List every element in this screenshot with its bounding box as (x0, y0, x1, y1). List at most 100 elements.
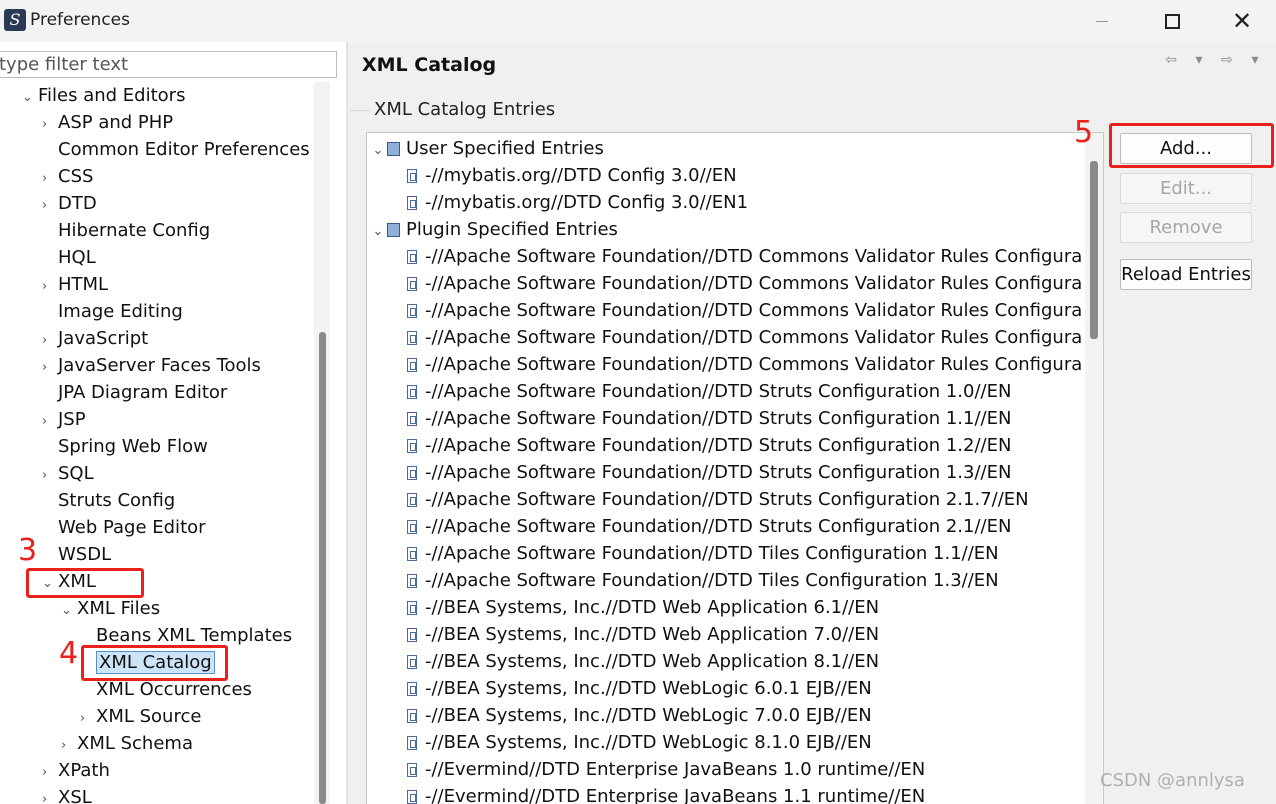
tree-item[interactable]: › JSP (42, 406, 86, 433)
tree-item[interactable]: › ASP and PHP (42, 109, 173, 136)
chevron-right-icon[interactable]: › (42, 327, 58, 354)
tree-item[interactable]: › DTD (42, 190, 97, 217)
catalog-entry-row[interactable]: -//mybatis.org//DTD Config 3.0//EN1 (407, 189, 748, 216)
maximize-icon (1164, 13, 1180, 29)
catalog-entry-row[interactable]: -//Apache Software Foundation//DTD Commo… (407, 351, 1082, 378)
document-icon (407, 493, 417, 507)
preferences-tree: ⌄ Files and Editors › ASP and PHP Common Edi… (0, 82, 314, 804)
tree-item[interactable]: HQL (42, 244, 96, 271)
view-menu-icon[interactable]: ⋮ (1270, 52, 1276, 72)
chevron-right-icon[interactable]: › (42, 786, 58, 804)
tree-item[interactable]: › CSS (42, 163, 93, 190)
catalog-entry-row[interactable]: -//Apache Software Foundation//DTD Tiles… (407, 567, 999, 594)
chevron-right-icon[interactable]: › (61, 732, 77, 759)
tree-item-label: XML Schema (77, 733, 193, 754)
catalog-entry-row[interactable]: -//Apache Software Foundation//DTD Strut… (407, 459, 1011, 486)
tree-item[interactable]: Spring Web Flow (42, 433, 208, 460)
edit-button[interactable]: Edit... (1120, 173, 1252, 204)
chevron-down-icon[interactable]: ⌄ (369, 218, 387, 245)
tree-item[interactable]: › XML Schema (61, 730, 193, 757)
tree-item[interactable]: › JavaServer Faces Tools (42, 352, 261, 379)
catalog-entry-row[interactable]: -//Apache Software Foundation//DTD Commo… (407, 297, 1082, 324)
chevron-right-icon[interactable]: › (42, 192, 58, 219)
tree-item[interactable]: › XML Source (80, 703, 201, 730)
chevron-right-icon[interactable]: › (42, 462, 58, 489)
tree-item[interactable]: › JavaScript (42, 325, 148, 352)
entry-label: -//Apache Software Foundation//DTD Commo… (425, 327, 1083, 348)
tree-item-label: JavaScript (58, 328, 149, 349)
catalog-entry-row[interactable]: -//Apache Software Foundation//DTD Tiles… (407, 540, 999, 567)
chevron-down-icon[interactable]: ⌄ (369, 137, 387, 164)
tree-item[interactable]: Struts Config (42, 487, 175, 514)
tree-item[interactable]: ⌄ XML Files (61, 595, 160, 622)
tree-item[interactable]: Web Page Editor (42, 514, 206, 541)
tree-item[interactable]: › SQL (42, 460, 94, 487)
entry-label: -//Apache Software Foundation//DTD Strut… (425, 516, 1012, 537)
document-icon (407, 682, 417, 696)
catalog-entry-row[interactable]: -//Apache Software Foundation//DTD Strut… (407, 486, 1029, 513)
minimize-button[interactable] (1072, 0, 1132, 42)
catalog-entry-row[interactable]: -//Evermind//DTD Enterprise JavaBeans 1.… (407, 783, 925, 804)
catalog-entry-row[interactable]: -//Apache Software Foundation//DTD Strut… (407, 513, 1011, 540)
chevron-right-icon[interactable]: › (42, 408, 58, 435)
entry-label: -//Apache Software Foundation//DTD Strut… (425, 489, 1029, 510)
catalog-entry-row[interactable]: -//BEA Systems, Inc.//DTD WebLogic 8.1.0… (407, 729, 872, 756)
chevron-right-icon[interactable]: › (42, 354, 58, 381)
catalog-entry-row[interactable]: -//Apache Software Foundation//DTD Strut… (407, 432, 1011, 459)
entries-scrollbar-thumb[interactable] (1090, 161, 1098, 339)
forward-arrow-icon[interactable]: ⇨ (1214, 52, 1240, 72)
catalog-entry-row[interactable]: -//BEA Systems, Inc.//DTD Web Applicatio… (407, 621, 879, 648)
chevron-right-icon[interactable]: › (80, 705, 96, 732)
catalog-entry-row[interactable]: -//BEA Systems, Inc.//DTD Web Applicatio… (407, 594, 879, 621)
filter-input[interactable] (0, 51, 337, 78)
chevron-right-icon[interactable]: › (42, 165, 58, 192)
app-logo-icon: S (4, 9, 26, 31)
catalog-entry-row[interactable]: -//Apache Software Foundation//DTD Strut… (407, 378, 1011, 405)
tree-item[interactable]: WSDL (42, 541, 111, 568)
catalog-entry-row[interactable]: -//Evermind//DTD Enterprise JavaBeans 1.… (407, 756, 925, 783)
tree-item[interactable]: Common Editor Preferences (42, 136, 310, 163)
chevron-right-icon[interactable]: › (42, 111, 58, 138)
tree-item-label: XML Files (77, 598, 161, 619)
back-menu-chevron-icon[interactable]: ▾ (1186, 52, 1212, 72)
tree-item-label: ASP and PHP (58, 112, 174, 133)
chevron-right-icon[interactable]: › (42, 273, 58, 300)
tree-item[interactable]: Hibernate Config (42, 217, 210, 244)
catalog-entry-row[interactable]: -//BEA Systems, Inc.//DTD WebLogic 7.0.0… (407, 702, 872, 729)
catalog-entry-row[interactable]: -//BEA Systems, Inc.//DTD WebLogic 6.0.1… (407, 675, 872, 702)
tree-item[interactable]: JPA Diagram Editor (42, 379, 227, 406)
catalog-entry-row[interactable]: -//BEA Systems, Inc.//DTD Web Applicatio… (407, 648, 879, 675)
reload-entries-button[interactable]: Reload Entries (1120, 259, 1252, 290)
catalog-icon (387, 142, 400, 156)
catalog-category-row[interactable]: ⌄ User Specified Entries (369, 135, 604, 162)
tree-item[interactable]: › XPath (42, 757, 110, 784)
entry-label: -//Apache Software Foundation//DTD Commo… (425, 273, 1083, 294)
document-icon (407, 169, 417, 183)
catalog-category-row[interactable]: ⌄ Plugin Specified Entries (369, 216, 618, 243)
close-button[interactable]: ✕ (1212, 0, 1272, 42)
tree-scrollbar-thumb[interactable] (319, 332, 326, 804)
remove-button[interactable]: Remove (1120, 212, 1252, 243)
tree-scrollbar[interactable] (314, 82, 330, 804)
chevron-down-icon[interactable]: ⌄ (22, 84, 38, 111)
catalog-entry-row[interactable]: -//Apache Software Foundation//DTD Commo… (407, 270, 1082, 297)
tree-item[interactable]: › HTML (42, 271, 108, 298)
chevron-down-icon[interactable]: ⌄ (61, 597, 77, 624)
tree-item-label: Hibernate Config (58, 220, 211, 241)
entry-label: -//Apache Software Foundation//DTD Strut… (425, 462, 1012, 483)
entries-scrollbar[interactable] (1085, 133, 1103, 804)
forward-menu-chevron-icon[interactable]: ▾ (1242, 52, 1268, 72)
back-arrow-icon[interactable]: ⇦ (1158, 52, 1184, 72)
tree-item-label: Files and Editors (38, 85, 186, 106)
tree-item[interactable]: Image Editing (42, 298, 183, 325)
tree-item[interactable]: › XSL (42, 784, 92, 804)
annotation-number-5: 5 (1074, 115, 1094, 150)
catalog-entry-row[interactable]: -//Apache Software Foundation//DTD Commo… (407, 243, 1082, 270)
chevron-right-icon[interactable]: › (42, 759, 58, 786)
catalog-entry-row[interactable]: -//Apache Software Foundation//DTD Commo… (407, 324, 1082, 351)
tree-item-label: XML Occurrences (96, 679, 252, 700)
catalog-entry-row[interactable]: -//mybatis.org//DTD Config 3.0//EN (407, 162, 737, 189)
maximize-button[interactable] (1142, 0, 1202, 42)
catalog-entry-row[interactable]: -//Apache Software Foundation//DTD Strut… (407, 405, 1011, 432)
tree-item[interactable]: ⌄ Files and Editors (22, 82, 185, 109)
